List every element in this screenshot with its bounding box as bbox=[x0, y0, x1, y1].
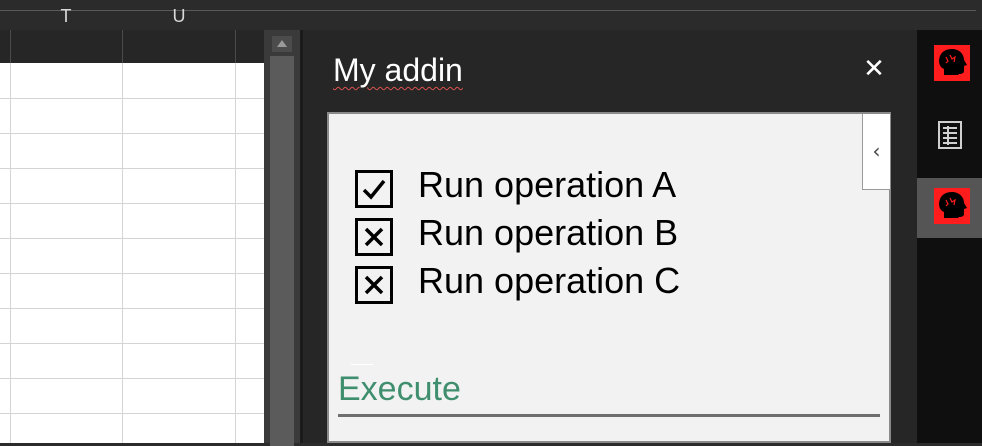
execute-underline bbox=[338, 414, 880, 417]
column-separator bbox=[235, 30, 236, 63]
grid-line bbox=[0, 343, 264, 344]
checkbox-crossed-icon[interactable] bbox=[355, 218, 393, 256]
column-separator bbox=[10, 30, 11, 63]
appbar-sheet-button[interactable] bbox=[917, 108, 982, 160]
grid-line bbox=[0, 378, 264, 379]
checkbox-checked-icon[interactable] bbox=[355, 170, 393, 208]
execute-button[interactable]: Execute bbox=[338, 370, 461, 409]
column-header-u[interactable]: U bbox=[123, 0, 235, 33]
scrollbar-thumb[interactable] bbox=[270, 56, 294, 446]
operation-label: Run operation C bbox=[418, 260, 681, 301]
addin-head-icon bbox=[934, 188, 970, 224]
appbar-addin-button-active[interactable] bbox=[917, 178, 982, 238]
grid-line bbox=[0, 273, 264, 274]
grid-line bbox=[10, 63, 11, 443]
grid-line bbox=[0, 168, 264, 169]
grid-line bbox=[0, 238, 264, 239]
appbar-addin-button[interactable] bbox=[917, 38, 982, 90]
checkbox-crossed-icon[interactable] bbox=[355, 266, 393, 304]
grid-line bbox=[122, 63, 123, 443]
vertical-scrollbar[interactable] bbox=[264, 30, 300, 446]
grid-line bbox=[0, 413, 264, 414]
grid-line bbox=[0, 308, 264, 309]
close-icon[interactable]: ✕ bbox=[858, 52, 890, 86]
grid-line bbox=[0, 98, 264, 99]
divider bbox=[351, 364, 373, 365]
sheet-list-icon bbox=[938, 121, 962, 149]
spreadsheet-grid[interactable] bbox=[0, 30, 264, 443]
column-header-bar bbox=[0, 30, 264, 63]
addin-head-icon bbox=[934, 45, 970, 81]
column-separator bbox=[122, 30, 123, 63]
grid-line bbox=[0, 203, 264, 204]
column-header-t[interactable]: T bbox=[10, 0, 122, 33]
pane-title-text: My addin bbox=[333, 52, 463, 88]
pane-title: My addin bbox=[333, 52, 463, 89]
grid-line bbox=[0, 133, 264, 134]
chevron-left-icon[interactable]: ‹ bbox=[862, 114, 890, 190]
operation-label: Run operation B bbox=[418, 212, 679, 253]
scroll-up-arrow-icon[interactable] bbox=[272, 36, 292, 52]
grid-line bbox=[235, 63, 236, 443]
operation-label: Run operation A bbox=[418, 164, 677, 205]
